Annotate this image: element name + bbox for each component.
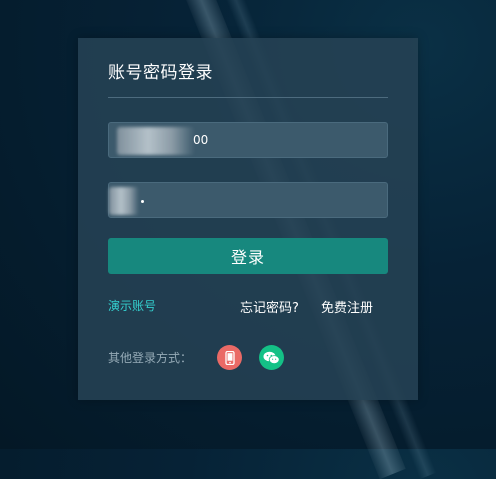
username-field[interactable]: 00 bbox=[108, 122, 388, 158]
password-redaction bbox=[109, 187, 139, 215]
other-login-methods-label: 其他登录方式： bbox=[108, 351, 193, 365]
title-divider bbox=[108, 97, 388, 98]
username-value: 00 bbox=[193, 133, 209, 147]
register-link[interactable]: 免费注册 bbox=[321, 297, 373, 316]
forgot-password-link[interactable]: 忘记密码? bbox=[240, 297, 299, 316]
demo-account-link[interactable]: 演示账号 bbox=[108, 297, 156, 314]
mobile-phone-icon[interactable] bbox=[217, 345, 242, 370]
password-field[interactable] bbox=[108, 182, 388, 218]
password-mask-dot bbox=[141, 200, 144, 203]
wechat-icon[interactable] bbox=[259, 345, 284, 370]
login-button[interactable]: 登录 bbox=[108, 238, 388, 274]
login-title: 账号密码登录 bbox=[108, 63, 213, 83]
username-redaction bbox=[117, 127, 195, 155]
login-card: 账号密码登录 00 登录 演示账号 忘记密码? 免费注册 其他登录方式： bbox=[78, 38, 418, 400]
